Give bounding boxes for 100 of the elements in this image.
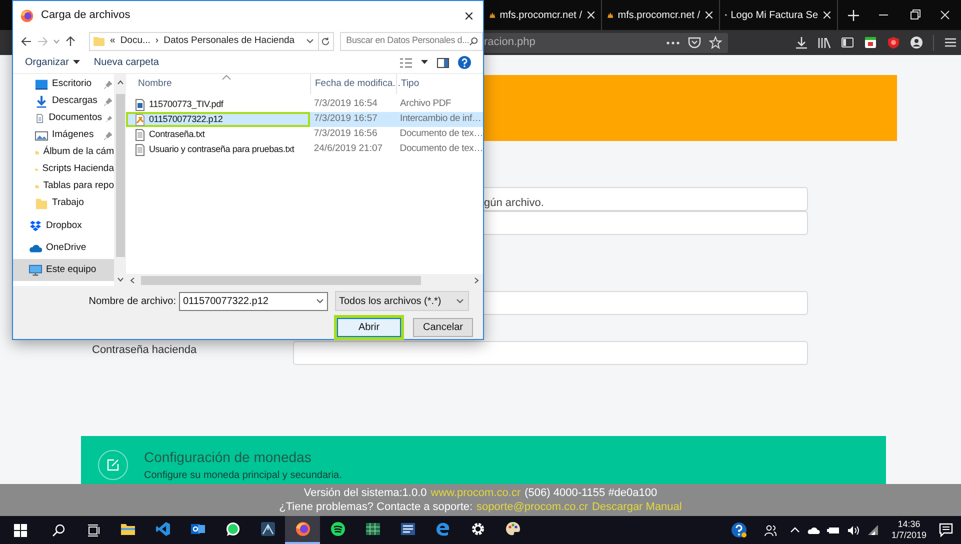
close-icon[interactable] — [464, 10, 474, 20]
filename-field[interactable]: 011570077322.p12 — [179, 292, 328, 310]
sort-caret-icon[interactable] — [222, 75, 231, 80]
folder-icon — [35, 197, 48, 210]
breadcrumb-item[interactable]: › — [155, 34, 159, 48]
file-row[interactable]: Contraseña.txt 7/3/2019 16:56 Documento de tex… — [126, 127, 483, 142]
nav-item[interactable]: Tablas para repo — [13, 178, 114, 195]
scrollbar[interactable] — [114, 74, 126, 286]
file-name-cell: 011570077322.p12 — [126, 112, 310, 127]
file-type-dropdown[interactable]: Todos los archivos (*.*) — [335, 291, 469, 311]
file-row[interactable]: Usuario y contraseña para pruebas.txt 24/6/2019 21:07 Documento de tex… — [126, 142, 483, 157]
nav-item[interactable]: Escritorio — [13, 76, 114, 93]
help-icon[interactable] — [731, 522, 747, 538]
file-type-cell-text: Intercambio de inf… — [399, 112, 482, 126]
scrollbar[interactable] — [126, 274, 483, 286]
file-row[interactable]: 011570077322.p12 7/3/2019 16:57 Intercambio de inf… — [126, 112, 483, 127]
nav-label: Imágenes — [52, 128, 94, 142]
plus-icon — [848, 10, 858, 20]
file-type-cell-text: Documento de tex… — [398, 142, 483, 156]
nav-item[interactable]: Documentos — [13, 110, 114, 127]
view-list-icon[interactable] — [400, 58, 412, 68]
download-icon[interactable] — [795, 36, 808, 49]
nav-item[interactable]: Descargas — [13, 93, 114, 110]
nav-item[interactable]: Este equipo — [13, 259, 114, 281]
windows-icon — [14, 524, 26, 536]
column-header[interactable]: Fecha de modifica... — [315, 76, 401, 92]
library-icon[interactable] — [818, 36, 831, 49]
text-file-icon — [134, 128, 146, 140]
network-icon — [260, 521, 276, 537]
pin-icon[interactable] — [106, 114, 112, 122]
nav-label: Álbum de la cám — [43, 145, 114, 160]
shield-icon[interactable] — [887, 36, 900, 49]
chevron-down-icon[interactable] — [316, 297, 324, 305]
taskbar-button[interactable] — [285, 516, 320, 544]
up-arrow-icon[interactable] — [65, 36, 76, 46]
scrollbar-thumb[interactable] — [141, 276, 421, 284]
volume-icon[interactable] — [847, 524, 860, 536]
column-header[interactable]: Tipo — [401, 76, 420, 92]
chevron-down-icon[interactable] — [306, 37, 314, 45]
search-icon — [52, 524, 64, 536]
file-row[interactable]: 115700773_TIV.pdf 7/3/2019 16:54 Archivo PDF — [126, 97, 483, 112]
people-icon[interactable] — [764, 524, 777, 536]
pin-icon[interactable] — [104, 98, 112, 106]
nav-label: Este equipo — [46, 262, 96, 277]
account-icon[interactable] — [910, 36, 923, 49]
computer-icon — [29, 264, 42, 276]
nav-item[interactable]: Álbum de la cám — [13, 144, 114, 161]
breadcrumb-item[interactable]: « — [110, 34, 116, 48]
notification-icon[interactable] — [939, 523, 953, 537]
chevron-up-icon[interactable] — [790, 526, 800, 534]
card-subtitle: Configure su moneda principal y secundaria. — [144, 469, 342, 482]
nav-item[interactable]: Imágenes — [13, 127, 114, 144]
clock[interactable]: 14:36 1/7/2019 — [886, 519, 932, 541]
wifi-icon[interactable] — [867, 524, 879, 536]
tab-title: Logo Mi Factura Se — [730, 8, 818, 22]
nav-item[interactable]: OneDrive — [13, 237, 114, 259]
battery-icon[interactable] — [827, 526, 840, 534]
menu-icon[interactable] — [944, 36, 957, 49]
download-arrow-icon — [35, 95, 48, 108]
folder-icon — [120, 521, 136, 537]
chat-bubble-icon — [224, 521, 240, 537]
refresh-button[interactable] — [318, 32, 334, 50]
file-name-cell: 115700773_TIV.pdf — [126, 97, 310, 112]
pin-icon[interactable] — [104, 132, 112, 140]
breadcrumb-item[interactable]: Docu... — [120, 34, 150, 48]
nav-item[interactable]: Trabajo — [13, 195, 114, 212]
browser-icon — [434, 521, 450, 537]
pocket-icon[interactable] — [688, 36, 701, 48]
nav-item[interactable]: Scripts Hacienda — [13, 161, 114, 178]
breadcrumb-item[interactable]: Datos Personales de Hacienda — [164, 34, 295, 48]
spreadsheet-icon — [364, 521, 380, 537]
firefox-icon — [294, 521, 310, 537]
preview-pane-icon[interactable] — [437, 58, 449, 68]
edit-icon — [107, 459, 119, 471]
sidebar-icon[interactable] — [841, 36, 854, 49]
gear-icon — [470, 521, 486, 537]
toolbar-button[interactable]: Organizar — [25, 55, 80, 70]
toolbar-button[interactable]: Nueva carpeta — [94, 55, 159, 70]
back-arrow-icon[interactable] — [21, 36, 32, 46]
footer-text: ¿Tiene problemas? Contacte a soporte: — [279, 500, 473, 514]
clock-time: 14:36 — [898, 519, 920, 530]
pin-icon[interactable] — [104, 80, 112, 88]
palette-icon — [504, 521, 520, 537]
column-header[interactable]: Nombre — [138, 76, 172, 92]
breadcrumb-bar[interactable]: « Docu... › Datos Personales de Hacienda — [89, 32, 319, 50]
dropbox-icon — [29, 220, 42, 232]
cloud-icon[interactable] — [807, 526, 820, 534]
caret-icon[interactable] — [421, 60, 428, 65]
footer-text: Versión del sistema:1.0.0 — [304, 486, 427, 500]
dialog-button[interactable]: Abrir — [337, 318, 401, 337]
nav-item[interactable]: Dropbox — [13, 215, 114, 237]
scrollbar-thumb[interactable] — [116, 94, 124, 257]
search-placeholder: Buscar en Datos Personales d... — [346, 34, 470, 48]
password-field[interactable] — [293, 341, 808, 365]
star-icon[interactable] — [709, 36, 722, 49]
dialog-button[interactable]: Cancelar — [413, 318, 473, 337]
search-field[interactable]: Buscar en Datos Personales d... — [340, 32, 484, 50]
task-view-icon — [86, 524, 100, 536]
calendar-icon[interactable] — [864, 36, 877, 49]
chevron-left-icon — [129, 276, 136, 284]
